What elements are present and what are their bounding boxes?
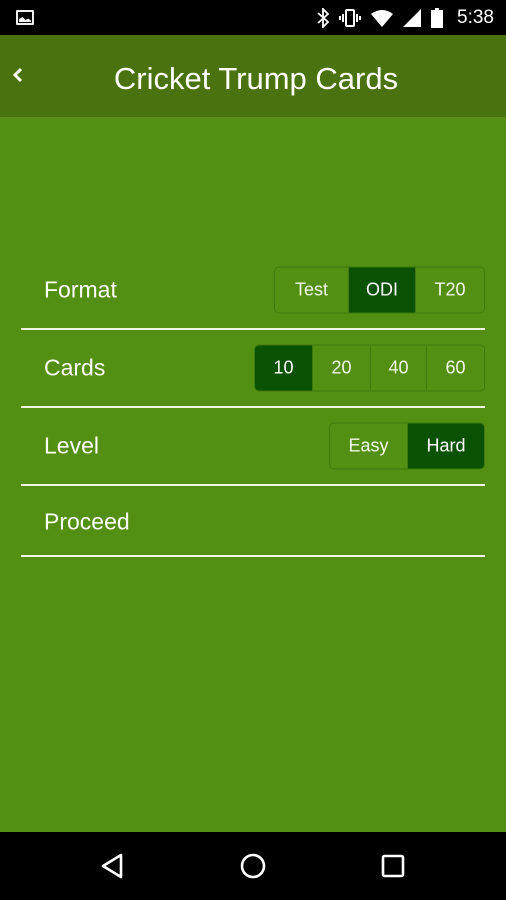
- cards-option-20[interactable]: 20: [312, 345, 370, 391]
- status-bar: 5:38: [0, 0, 506, 35]
- format-segmented-control: Test ODI T20: [274, 266, 485, 314]
- level-option-hard[interactable]: Hard: [407, 423, 484, 469]
- nav-home-button[interactable]: [235, 850, 271, 882]
- cards-row: Cards 10 20 40 60: [21, 330, 485, 408]
- status-icons: 5:38: [317, 0, 494, 35]
- format-label: Format: [44, 276, 117, 303]
- nav-back-button[interactable]: [94, 850, 130, 882]
- app-bar: Cricket Trump Cards: [0, 35, 506, 117]
- recents-square-icon: [381, 854, 405, 878]
- settings-content: Format Test ODI T20 Cards 10 20 40 60 Le…: [0, 117, 506, 832]
- battery-icon: [431, 7, 444, 28]
- cards-segmented-control: 10 20 40 60: [254, 344, 485, 392]
- format-option-test[interactable]: Test: [275, 267, 348, 313]
- status-time: 5:38: [457, 6, 494, 28]
- format-option-t20[interactable]: T20: [415, 267, 484, 313]
- bluetooth-icon: [317, 7, 330, 28]
- level-segmented-control: Easy Hard: [329, 422, 485, 470]
- cards-option-60[interactable]: 60: [426, 345, 484, 391]
- cards-option-40[interactable]: 40: [370, 345, 426, 391]
- page-title: Cricket Trump Cards: [113, 61, 399, 96]
- level-label: Level: [44, 432, 99, 459]
- wifi-icon: [371, 9, 394, 27]
- cell-signal-icon: [403, 8, 422, 27]
- back-triangle-icon: [101, 853, 123, 879]
- proceed-row[interactable]: Proceed: [21, 486, 485, 557]
- level-row: Level Easy Hard: [21, 408, 485, 486]
- level-option-easy[interactable]: Easy: [330, 423, 407, 469]
- system-nav-bar: [0, 832, 506, 900]
- image-notification-icon: [16, 10, 34, 25]
- proceed-button[interactable]: Proceed: [44, 509, 130, 536]
- format-option-odi[interactable]: ODI: [348, 267, 415, 313]
- cards-option-10[interactable]: 10: [255, 345, 312, 391]
- home-circle-icon: [240, 853, 266, 879]
- cards-label: Cards: [44, 354, 106, 381]
- nav-recents-button[interactable]: [375, 850, 411, 882]
- vibrate-icon: [339, 8, 362, 28]
- format-row: Format Test ODI T20: [21, 252, 485, 330]
